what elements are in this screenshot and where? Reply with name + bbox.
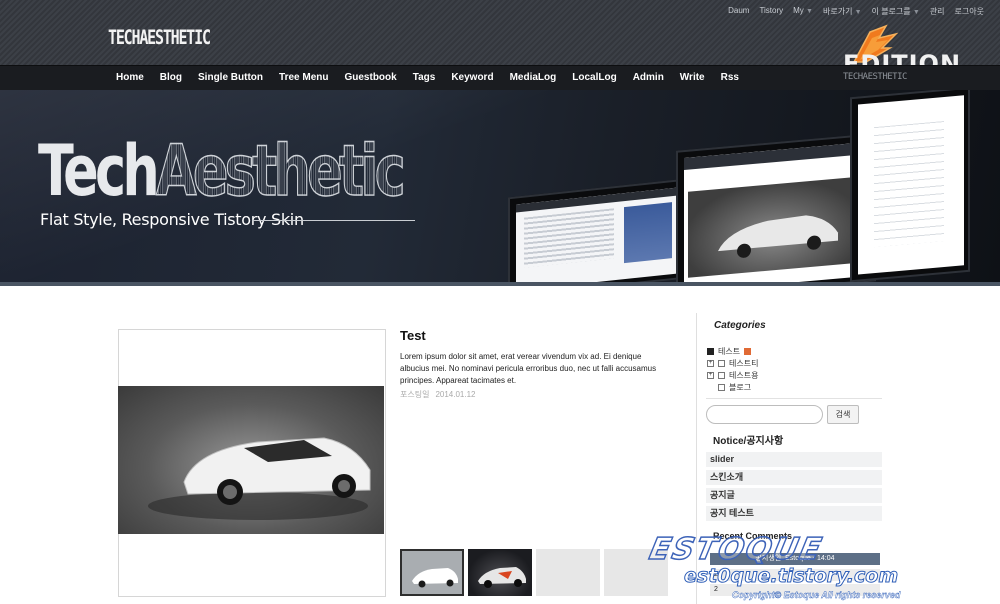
chevron-down-icon: ▼ [854, 9, 862, 16]
post-body: Lorem ipsum dolor sit amet, erat verear … [400, 352, 657, 385]
notice-item[interactable]: 스킨소개 [706, 470, 882, 485]
gallery-thumb-2[interactable] [468, 549, 532, 596]
hero-title: TechAesthetic [38, 135, 406, 206]
screen-sidebar [624, 202, 672, 264]
device-screen [516, 187, 678, 285]
device-monitor [676, 133, 876, 285]
utility-link-tistory[interactable]: Tistory [759, 6, 783, 17]
folder-icon [718, 371, 725, 379]
nav-item-home[interactable]: Home [116, 66, 144, 91]
car-icon [402, 551, 462, 594]
utility-link-shortcut-label: 바로가기 [822, 7, 853, 16]
device-laptop [508, 178, 686, 285]
post-date-value: 2014.01.12 [435, 390, 476, 399]
category-item-1[interactable]: + 테스트티 [707, 357, 758, 369]
utility-link-this-blog[interactable]: 이 블로그를 ▼ [872, 6, 920, 17]
chevron-down-icon: ▼ [912, 9, 920, 16]
category-label: 테스트용 [729, 370, 759, 380]
nav-item-guestbook[interactable]: Guestbook [344, 66, 396, 91]
watermark-site: est0que.tistory.com [683, 565, 899, 588]
gallery-thumb-1[interactable] [400, 549, 464, 596]
gallery-thumb-3[interactable] [536, 549, 600, 596]
category-item-3[interactable]: 블로그 [707, 381, 758, 393]
expand-plus-icon[interactable]: + [707, 371, 714, 379]
category-item-2[interactable]: + 테스트용 [707, 369, 758, 381]
utility-link-shortcut[interactable]: 바로가기 ▼ [823, 6, 862, 17]
screen-car-photo [688, 176, 860, 278]
utility-link-admin[interactable]: 관리 [930, 6, 945, 17]
nav-item-admin[interactable]: Admin [633, 66, 664, 91]
folder-icon [718, 359, 725, 367]
folder-icon [718, 383, 725, 391]
notice-heading: Notice/공지사항 [713, 436, 784, 447]
post-title[interactable]: Test [400, 328, 426, 343]
utility-link-my-label: My [793, 6, 804, 15]
category-label: 블로그 [729, 382, 752, 392]
hero-title-aesthetic: Aesthetic [155, 130, 406, 212]
notice-item[interactable]: 공지 테스트 [706, 506, 882, 521]
expand-plus-icon[interactable]: + [707, 359, 714, 367]
hero-divider [252, 220, 415, 221]
site-logo[interactable]: TECHAESTHETIC [108, 26, 211, 49]
gallery-strip [400, 549, 668, 596]
car-icon [478, 567, 526, 588]
post-date: 포스팅일 2014.01.12 [400, 389, 476, 400]
hero-title-tech: Tech [38, 130, 160, 212]
main-nav: Home Blog Single Button Tree Menu Guestb… [0, 65, 1000, 90]
new-badge-icon [744, 347, 752, 355]
car-icon [148, 437, 371, 520]
nav-item-tags[interactable]: Tags [413, 66, 436, 91]
car-icon [718, 215, 838, 258]
nav-item-medialog[interactable]: MediaLog [510, 66, 557, 91]
device-screen-2 [684, 141, 870, 285]
category-label: 테스트티 [729, 358, 759, 368]
screen-list [874, 121, 944, 248]
post-date-label: 포스팅일 [400, 390, 430, 399]
search-input[interactable] [706, 405, 823, 424]
notice-item[interactable]: slider [706, 452, 882, 467]
nav-item-write[interactable]: Write [680, 66, 705, 91]
device-screen-3 [858, 95, 964, 275]
category-item-root[interactable]: 테스트 [707, 345, 758, 357]
folder-icon [707, 347, 714, 355]
categories-heading: Categories [714, 320, 766, 331]
hero-bottom-border [0, 282, 1000, 286]
nav-item-rss[interactable]: Rss [721, 66, 739, 91]
nav-logo: TECHAESTHETIC [843, 72, 907, 82]
notice-item[interactable]: 공지글 [706, 488, 882, 503]
screen-text-block [524, 208, 614, 268]
search-button[interactable]: 검색 [827, 405, 859, 424]
utility-link-this-blog-label: 이 블로그를 [871, 7, 911, 16]
category-tree: 테스트 + 테스트티 + 테스트용 블로그 [707, 345, 758, 393]
hero-banner: TechAesthetic Flat Style, Responsive Tis… [0, 90, 1000, 285]
category-label: 테스트 [718, 346, 741, 356]
nav-item-tree-menu[interactable]: Tree Menu [279, 66, 328, 91]
nav-item-locallog[interactable]: LocalLog [572, 66, 616, 91]
watermark-brand: ESTOQUE [646, 531, 827, 568]
utility-links: Daum Tistory My ▼ 바로가기 ▼ 이 블로그를 ▼ 관리 로그아… [728, 6, 984, 17]
utility-link-daum[interactable]: Daum [728, 6, 749, 17]
top-bar: TECHAESTHETIC Daum Tistory My ▼ 바로가기 ▼ 이… [0, 0, 1000, 78]
utility-link-my[interactable]: My ▼ [793, 6, 813, 17]
device-desktop [850, 90, 970, 283]
utility-link-logout[interactable]: 로그아웃 [955, 6, 984, 17]
sidebar-divider-line [706, 398, 882, 399]
nav-item-blog[interactable]: Blog [160, 66, 182, 91]
watermark-copyright: Copyright© Estoque All rights reserved [732, 590, 901, 600]
post-thumbnail[interactable] [118, 386, 384, 534]
notice-list: slider 스킨소개 공지글 공지 테스트 [706, 452, 882, 524]
chevron-down-icon: ▼ [806, 8, 813, 15]
nav-item-keyword[interactable]: Keyword [451, 66, 493, 91]
nav-item-single-button[interactable]: Single Button [198, 66, 263, 91]
nav-list: Home Blog Single Button Tree Menu Guestb… [116, 66, 755, 91]
